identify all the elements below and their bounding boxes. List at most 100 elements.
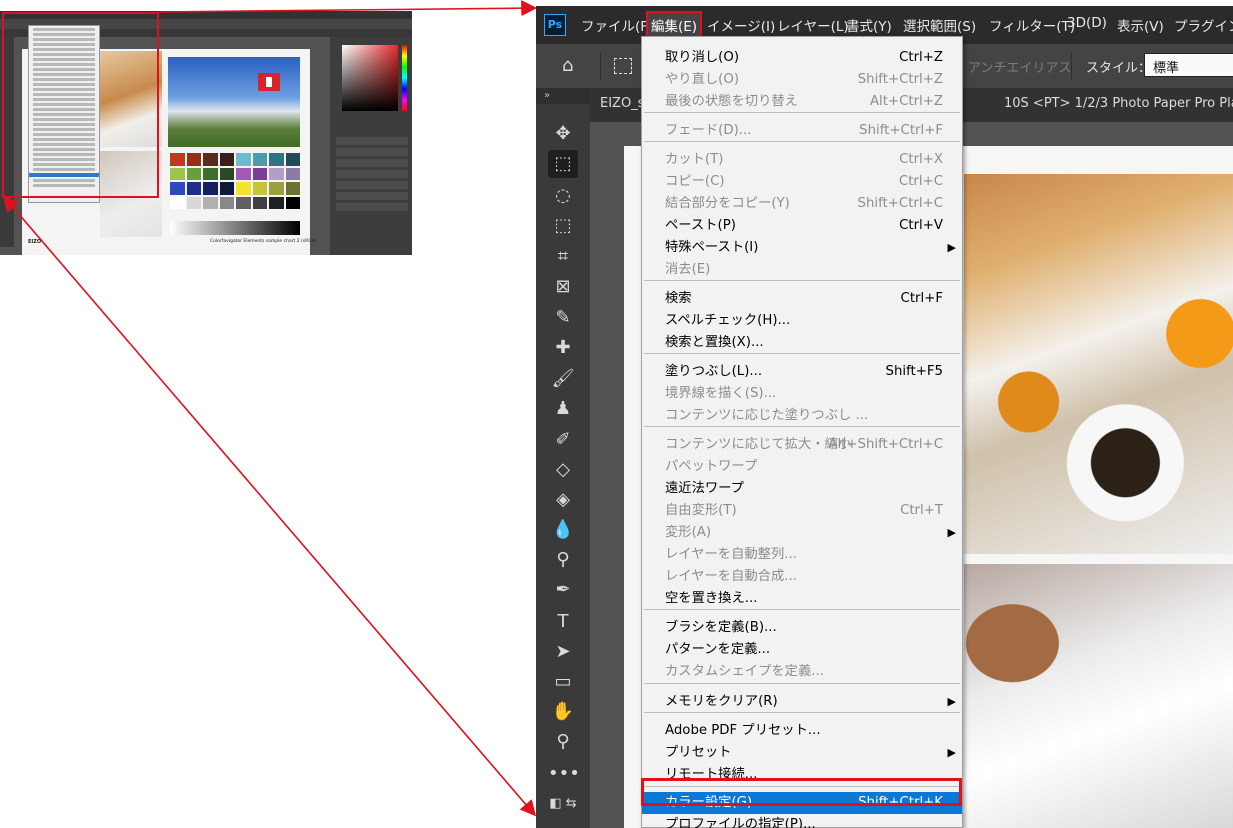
thumb-swatch: [269, 182, 284, 195]
menu-item-label: カット(T): [665, 152, 724, 167]
home-icon[interactable]: ⌂: [562, 55, 573, 76]
thumb-swatch: [269, 196, 284, 209]
type-tool-icon[interactable]: T: [548, 608, 578, 636]
menu-item-perspective-warp[interactable]: 遠近法ワープ: [642, 478, 962, 500]
menu-item-copy-merged[interactable]: 結合部分をコピー(Y) Shift+Ctrl+C: [642, 193, 962, 215]
thumb-swatch: [269, 153, 284, 166]
menu-item-find[interactable]: 検索 Ctrl+F: [642, 288, 962, 310]
menu-item-fade[interactable]: フェード(D)... Shift+Ctrl+F: [642, 120, 962, 142]
history-brush-tool-icon[interactable]: ✐: [548, 426, 578, 454]
menu-item-paste[interactable]: ペースト(P) Ctrl+V: [642, 215, 962, 237]
menu-item-define-custom-shape[interactable]: カスタムシェイプを定義...: [642, 661, 962, 683]
menu-filter[interactable]: フィルター(T): [989, 15, 1075, 35]
rectangle-tool-icon[interactable]: ▭: [548, 668, 578, 696]
thumb-swatch: [203, 182, 218, 195]
menu-item-toggle-last-state[interactable]: 最後の状態を切り替え Alt+Ctrl+Z: [642, 91, 962, 113]
menu-item-find-and-replace[interactable]: 検索と置換(X)...: [642, 332, 962, 354]
marquee-tool-icon[interactable]: [614, 58, 632, 74]
menu-layer[interactable]: レイヤー(L): [777, 15, 849, 35]
breakfast-photo: [964, 174, 1233, 554]
menu-view[interactable]: 表示(V): [1117, 15, 1164, 35]
object-selection-tool-icon[interactable]: ⬚: [548, 212, 578, 240]
style-dropdown[interactable]: 標準: [1144, 53, 1233, 77]
menu-item-shortcut: Shift+F5: [885, 364, 943, 379]
thumb-swatch: [236, 167, 251, 180]
menu-item-stroke[interactable]: 境界線を描く(S)...: [642, 383, 962, 405]
menu-item-shortcut: Shift+Ctrl+F: [859, 123, 943, 138]
thumb-gray-gradient: [170, 221, 300, 235]
thumb-swatch: [186, 196, 201, 209]
menu-item-define-brush[interactable]: ブラシを定義(B)...: [642, 617, 962, 639]
menu-type[interactable]: 書式(Y): [846, 15, 892, 35]
menu-item-shortcut: Ctrl+C: [898, 174, 943, 189]
paint-bucket-tool-icon[interactable]: ◈: [548, 486, 578, 514]
thumb-swatch: [236, 153, 251, 166]
brush-tool-icon[interactable]: 🖌: [548, 365, 578, 393]
menu-item-presets[interactable]: プリセット ▶: [642, 742, 962, 764]
menu-item-label: 塗りつぶし(L)...: [665, 364, 763, 379]
menu-item-fill[interactable]: 塗りつぶし(L)... Shift+F5: [642, 361, 962, 383]
menu-plugins[interactable]: プラグイン: [1174, 15, 1233, 35]
thumb-swatch: [285, 153, 300, 166]
crop-tool-icon[interactable]: ⌗: [548, 243, 578, 271]
blur-tool-icon[interactable]: 💧: [548, 516, 578, 544]
rectangular-marquee-tool-icon[interactable]: ⬚: [548, 150, 578, 178]
move-tool-icon[interactable]: ✥: [548, 120, 578, 148]
menu-item-assign-profile[interactable]: プロファイルの指定(P)...: [642, 814, 962, 828]
menu-item-auto-align-layers[interactable]: レイヤーを自動整列...: [642, 544, 962, 566]
tools-panel: » ✥ ⬚ ◌ ⬚ ⌗ ⊠ ✎ ✚ 🖌 ♟ ✐ ◇ ◈ 💧 ⚲ ✒ T ➤ ▭ …: [536, 88, 591, 828]
menu-item-free-transform[interactable]: 自由変形(T) Ctrl+T: [642, 500, 962, 522]
clone-stamp-tool-icon[interactable]: ♟: [548, 395, 578, 423]
arrow-to-menu-item: [2, 195, 537, 817]
menu-item-shortcut: Alt+Shift+Ctrl+C: [828, 437, 943, 452]
menu-item-clear[interactable]: 消去(E): [642, 259, 962, 281]
menu-item-label: 結合部分をコピー(Y): [665, 196, 790, 211]
menu-item-copy[interactable]: コピー(C) Ctrl+C: [642, 171, 962, 193]
menu-item-adobe-pdf-presets[interactable]: Adobe PDF プリセット...: [642, 720, 962, 742]
menu-item-label: やり直し(O): [665, 72, 740, 87]
menu-item-paste-special[interactable]: 特殊ペースト(I) ▶: [642, 237, 962, 259]
menu-item-label: 変形(A): [665, 525, 712, 540]
menu-item-label: Adobe PDF プリセット...: [665, 723, 821, 738]
lasso-tool-icon[interactable]: ◌: [548, 182, 578, 210]
menu-item-content-aware-fill[interactable]: コンテンツに応じた塗りつぶし ...: [642, 405, 962, 427]
thumb-swatch: [236, 196, 251, 209]
foreground-background-color-icon[interactable]: ◧ ⇆: [548, 790, 578, 818]
menu-item-cut[interactable]: カット(T) Ctrl+X: [642, 149, 962, 171]
menu-item-redo[interactable]: やり直し(O) Shift+Ctrl+Z: [642, 69, 962, 91]
menu-item-define-pattern[interactable]: パターンを定義...: [642, 639, 962, 661]
edit-menu-dropdown: 取り消し(O) Ctrl+Z やり直し(O) Shift+Ctrl+Z 最後の状態を切り…: [641, 36, 963, 828]
antialias-checkbox-label[interactable]: アンチエイリアス: [968, 57, 1071, 76]
healing-brush-tool-icon[interactable]: ✚: [548, 334, 578, 362]
menu-edit[interactable]: 編集(E): [645, 11, 703, 39]
menu-item-content-aware-scale[interactable]: コンテンツに応じて拡大・縮小 Alt+Shift+Ctrl+C: [642, 434, 962, 456]
thumb-swatch: [219, 167, 234, 180]
thumb-swatch: [285, 167, 300, 180]
thumb-swatch: [186, 167, 201, 180]
menu-file[interactable]: ファイル(F): [581, 15, 653, 35]
collapse-panel-icon[interactable]: »: [536, 88, 590, 104]
path-selection-tool-icon[interactable]: ➤: [548, 638, 578, 666]
menu-item-label: プリセット: [665, 745, 732, 760]
menu-item-sky-replacement[interactable]: 空を置き換え...: [642, 588, 962, 610]
menu-3d[interactable]: 3D(D): [1067, 15, 1107, 31]
eraser-tool-icon[interactable]: ◇: [548, 456, 578, 484]
menu-item-undo[interactable]: 取り消し(O) Ctrl+Z: [642, 47, 962, 69]
zoom-tool-icon[interactable]: ⚲: [548, 728, 578, 756]
pen-tool-icon[interactable]: ✒: [548, 576, 578, 604]
menu-item-label: パターンを定義...: [665, 642, 771, 657]
menu-image[interactable]: イメージ(I): [707, 15, 775, 35]
more-tools-icon[interactable]: •••: [548, 760, 580, 788]
thumb-swatch: [219, 153, 234, 166]
menu-item-purge[interactable]: メモリをクリア(R) ▶: [642, 691, 962, 713]
photoshop-logo-icon: Ps: [544, 14, 566, 36]
hand-tool-icon[interactable]: ✋: [548, 698, 578, 726]
dodge-tool-icon[interactable]: ⚲: [548, 546, 578, 574]
menu-item-puppet-warp[interactable]: パペットワープ: [642, 456, 962, 478]
eyedropper-tool-icon[interactable]: ✎: [548, 304, 578, 332]
menu-item-auto-blend-layers[interactable]: レイヤーを自動合成...: [642, 566, 962, 588]
frame-tool-icon[interactable]: ⊠: [548, 273, 578, 301]
menu-select[interactable]: 選択範囲(S): [903, 15, 976, 35]
menu-item-transform[interactable]: 変形(A) ▶: [642, 522, 962, 544]
menu-item-spell-check[interactable]: スペルチェック(H)...: [642, 310, 962, 332]
